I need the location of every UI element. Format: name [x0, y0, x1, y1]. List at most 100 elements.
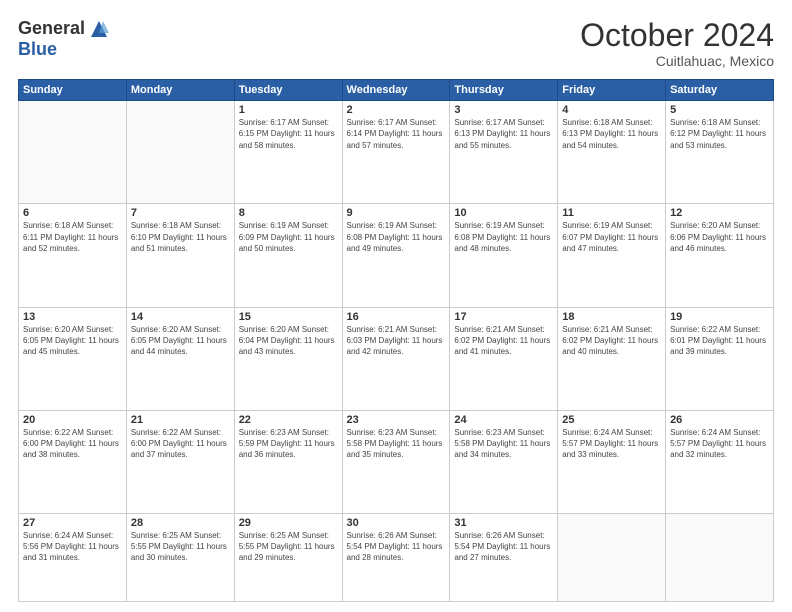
- day-number: 13: [23, 311, 122, 323]
- day-number: 8: [239, 207, 338, 219]
- day-info: Sunrise: 6:19 AM Sunset: 6:07 PM Dayligh…: [562, 220, 661, 254]
- table-row: 8Sunrise: 6:19 AM Sunset: 6:09 PM Daylig…: [234, 204, 342, 307]
- day-number: 12: [670, 207, 769, 219]
- table-row: 29Sunrise: 6:25 AM Sunset: 5:55 PM Dayli…: [234, 513, 342, 601]
- page: General Blue October 2024 Cuitlahuac, Me…: [0, 0, 792, 612]
- day-info: Sunrise: 6:17 AM Sunset: 6:13 PM Dayligh…: [454, 117, 553, 151]
- day-number: 16: [347, 311, 446, 323]
- table-row: 23Sunrise: 6:23 AM Sunset: 5:58 PM Dayli…: [342, 410, 450, 513]
- day-info: Sunrise: 6:19 AM Sunset: 6:09 PM Dayligh…: [239, 220, 338, 254]
- day-number: 4: [562, 104, 661, 116]
- table-row: 19Sunrise: 6:22 AM Sunset: 6:01 PM Dayli…: [666, 307, 774, 410]
- day-info: Sunrise: 6:18 AM Sunset: 6:10 PM Dayligh…: [131, 220, 230, 254]
- day-info: Sunrise: 6:20 AM Sunset: 6:05 PM Dayligh…: [23, 324, 122, 358]
- table-row: 2Sunrise: 6:17 AM Sunset: 6:14 PM Daylig…: [342, 101, 450, 204]
- table-row: 11Sunrise: 6:19 AM Sunset: 6:07 PM Dayli…: [558, 204, 666, 307]
- day-info: Sunrise: 6:22 AM Sunset: 6:00 PM Dayligh…: [131, 427, 230, 461]
- day-info: Sunrise: 6:20 AM Sunset: 6:06 PM Dayligh…: [670, 220, 769, 254]
- table-row: 24Sunrise: 6:23 AM Sunset: 5:58 PM Dayli…: [450, 410, 558, 513]
- table-row: 3Sunrise: 6:17 AM Sunset: 6:13 PM Daylig…: [450, 101, 558, 204]
- table-row: 15Sunrise: 6:20 AM Sunset: 6:04 PM Dayli…: [234, 307, 342, 410]
- day-info: Sunrise: 6:18 AM Sunset: 6:12 PM Dayligh…: [670, 117, 769, 151]
- day-number: 25: [562, 414, 661, 426]
- day-number: 5: [670, 104, 769, 116]
- col-saturday: Saturday: [666, 80, 774, 101]
- day-info: Sunrise: 6:20 AM Sunset: 6:04 PM Dayligh…: [239, 324, 338, 358]
- table-row: [126, 101, 234, 204]
- header: General Blue October 2024 Cuitlahuac, Me…: [18, 18, 774, 69]
- table-row: 22Sunrise: 6:23 AM Sunset: 5:59 PM Dayli…: [234, 410, 342, 513]
- table-row: 28Sunrise: 6:25 AM Sunset: 5:55 PM Dayli…: [126, 513, 234, 601]
- col-sunday: Sunday: [19, 80, 127, 101]
- day-info: Sunrise: 6:18 AM Sunset: 6:11 PM Dayligh…: [23, 220, 122, 254]
- day-info: Sunrise: 6:19 AM Sunset: 6:08 PM Dayligh…: [454, 220, 553, 254]
- day-number: 3: [454, 104, 553, 116]
- table-row: 17Sunrise: 6:21 AM Sunset: 6:02 PM Dayli…: [450, 307, 558, 410]
- table-row: [558, 513, 666, 601]
- day-info: Sunrise: 6:23 AM Sunset: 5:58 PM Dayligh…: [347, 427, 446, 461]
- table-row: 25Sunrise: 6:24 AM Sunset: 5:57 PM Dayli…: [558, 410, 666, 513]
- day-info: Sunrise: 6:23 AM Sunset: 5:58 PM Dayligh…: [454, 427, 553, 461]
- location-title: Cuitlahuac, Mexico: [580, 53, 774, 69]
- logo: General Blue: [18, 18, 109, 60]
- day-number: 10: [454, 207, 553, 219]
- day-number: 23: [347, 414, 446, 426]
- table-row: 5Sunrise: 6:18 AM Sunset: 6:12 PM Daylig…: [666, 101, 774, 204]
- col-wednesday: Wednesday: [342, 80, 450, 101]
- table-row: 20Sunrise: 6:22 AM Sunset: 6:00 PM Dayli…: [19, 410, 127, 513]
- day-number: 11: [562, 207, 661, 219]
- table-row: 14Sunrise: 6:20 AM Sunset: 6:05 PM Dayli…: [126, 307, 234, 410]
- day-number: 24: [454, 414, 553, 426]
- day-info: Sunrise: 6:18 AM Sunset: 6:13 PM Dayligh…: [562, 117, 661, 151]
- table-row: 9Sunrise: 6:19 AM Sunset: 6:08 PM Daylig…: [342, 204, 450, 307]
- col-thursday: Thursday: [450, 80, 558, 101]
- day-info: Sunrise: 6:26 AM Sunset: 5:54 PM Dayligh…: [347, 530, 446, 564]
- table-row: 1Sunrise: 6:17 AM Sunset: 6:15 PM Daylig…: [234, 101, 342, 204]
- day-number: 6: [23, 207, 122, 219]
- table-row: 27Sunrise: 6:24 AM Sunset: 5:56 PM Dayli…: [19, 513, 127, 601]
- day-info: Sunrise: 6:23 AM Sunset: 5:59 PM Dayligh…: [239, 427, 338, 461]
- day-info: Sunrise: 6:19 AM Sunset: 6:08 PM Dayligh…: [347, 220, 446, 254]
- month-title: October 2024: [580, 18, 774, 53]
- day-info: Sunrise: 6:21 AM Sunset: 6:02 PM Dayligh…: [562, 324, 661, 358]
- day-number: 21: [131, 414, 230, 426]
- table-row: 21Sunrise: 6:22 AM Sunset: 6:00 PM Dayli…: [126, 410, 234, 513]
- day-number: 26: [670, 414, 769, 426]
- calendar-header-row: Sunday Monday Tuesday Wednesday Thursday…: [19, 80, 774, 101]
- table-row: 12Sunrise: 6:20 AM Sunset: 6:06 PM Dayli…: [666, 204, 774, 307]
- day-info: Sunrise: 6:22 AM Sunset: 6:00 PM Dayligh…: [23, 427, 122, 461]
- day-number: 7: [131, 207, 230, 219]
- logo-general-text: General: [18, 18, 85, 39]
- day-info: Sunrise: 6:25 AM Sunset: 5:55 PM Dayligh…: [131, 530, 230, 564]
- table-row: 30Sunrise: 6:26 AM Sunset: 5:54 PM Dayli…: [342, 513, 450, 601]
- title-block: October 2024 Cuitlahuac, Mexico: [580, 18, 774, 69]
- table-row: 31Sunrise: 6:26 AM Sunset: 5:54 PM Dayli…: [450, 513, 558, 601]
- day-info: Sunrise: 6:21 AM Sunset: 6:03 PM Dayligh…: [347, 324, 446, 358]
- day-info: Sunrise: 6:24 AM Sunset: 5:57 PM Dayligh…: [562, 427, 661, 461]
- day-number: 15: [239, 311, 338, 323]
- day-info: Sunrise: 6:24 AM Sunset: 5:57 PM Dayligh…: [670, 427, 769, 461]
- day-number: 14: [131, 311, 230, 323]
- col-tuesday: Tuesday: [234, 80, 342, 101]
- day-number: 22: [239, 414, 338, 426]
- table-row: 7Sunrise: 6:18 AM Sunset: 6:10 PM Daylig…: [126, 204, 234, 307]
- day-info: Sunrise: 6:21 AM Sunset: 6:02 PM Dayligh…: [454, 324, 553, 358]
- day-number: 2: [347, 104, 446, 116]
- col-monday: Monday: [126, 80, 234, 101]
- table-row: 26Sunrise: 6:24 AM Sunset: 5:57 PM Dayli…: [666, 410, 774, 513]
- table-row: [19, 101, 127, 204]
- day-number: 17: [454, 311, 553, 323]
- logo-icon: [89, 19, 109, 39]
- day-info: Sunrise: 6:25 AM Sunset: 5:55 PM Dayligh…: [239, 530, 338, 564]
- table-row: 13Sunrise: 6:20 AM Sunset: 6:05 PM Dayli…: [19, 307, 127, 410]
- day-info: Sunrise: 6:24 AM Sunset: 5:56 PM Dayligh…: [23, 530, 122, 564]
- day-info: Sunrise: 6:17 AM Sunset: 6:14 PM Dayligh…: [347, 117, 446, 151]
- day-number: 19: [670, 311, 769, 323]
- table-row: 16Sunrise: 6:21 AM Sunset: 6:03 PM Dayli…: [342, 307, 450, 410]
- day-info: Sunrise: 6:26 AM Sunset: 5:54 PM Dayligh…: [454, 530, 553, 564]
- day-number: 18: [562, 311, 661, 323]
- table-row: [666, 513, 774, 601]
- day-number: 27: [23, 517, 122, 529]
- table-row: 4Sunrise: 6:18 AM Sunset: 6:13 PM Daylig…: [558, 101, 666, 204]
- table-row: 6Sunrise: 6:18 AM Sunset: 6:11 PM Daylig…: [19, 204, 127, 307]
